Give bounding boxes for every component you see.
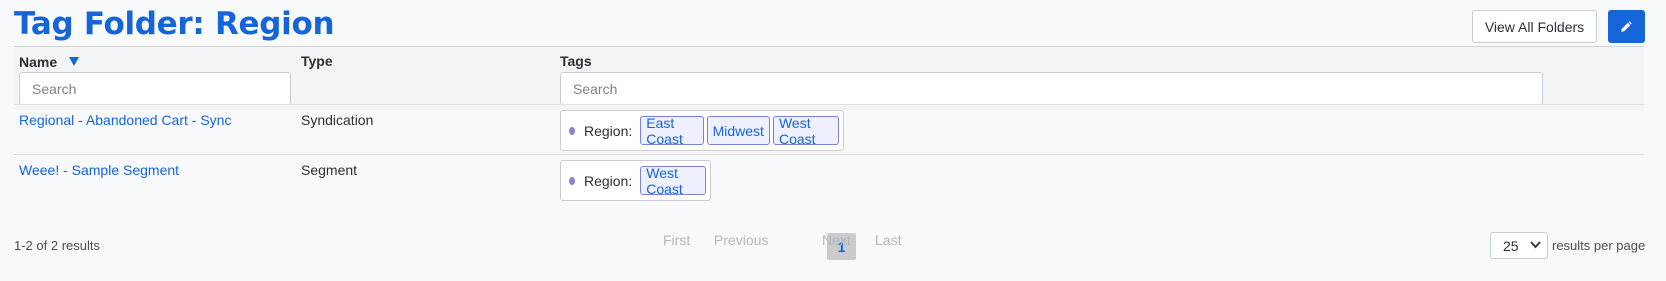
column-header-tags[interactable]: Tags [560,53,592,69]
result-count: 1-2 of 2 results [14,238,100,253]
pager-next-button[interactable]: Next [822,232,851,248]
row-divider [14,104,1644,105]
tag-category-dot-icon [569,176,575,185]
tag-category-label: Region: [584,122,633,139]
row-type: Syndication [301,112,374,128]
results-per-page-label: results per page [1552,238,1646,253]
row-name-link[interactable]: Regional - Abandoned Cart - Sync [19,112,231,128]
tag-category-dot-icon [569,126,575,135]
results-per-page-select[interactable]: 25 [1490,232,1548,259]
pager-previous-button[interactable]: Previous [714,232,768,248]
pager-first-button[interactable]: First [663,232,690,248]
edit-folder-button[interactable] [1608,10,1645,43]
tag-chip[interactable]: Midwest [706,116,770,145]
tag-group: Region: East Coast Midwest West Coast [560,110,844,151]
column-header-type[interactable]: Type [301,53,333,69]
tag-chip[interactable]: East Coast [640,115,704,147]
column-header-name[interactable]: Name [19,53,80,70]
column-header-name-label: Name [19,54,58,70]
name-search-input[interactable] [19,72,291,105]
view-all-folders-button[interactable]: View All Folders [1472,10,1597,43]
row-name-link[interactable]: Weee! - Sample Segment [19,162,179,178]
pager-last-button[interactable]: Last [875,232,901,248]
tags-search-input[interactable] [560,72,1543,105]
row-type: Segment [301,162,358,178]
tag-group: Region: West Coast [560,160,711,201]
page-title: Tag Folder: Region [14,6,335,42]
tag-chip[interactable]: West Coast [772,115,839,147]
results-per-page-value: 25 [1503,237,1519,254]
chevron-down-icon [1530,241,1541,249]
tag-category-label: Region: [583,172,633,189]
sort-down-icon[interactable] [69,53,80,69]
pencil-icon [1621,21,1632,32]
tag-chip[interactable]: West Coast [640,165,706,197]
row-divider [14,154,1644,155]
